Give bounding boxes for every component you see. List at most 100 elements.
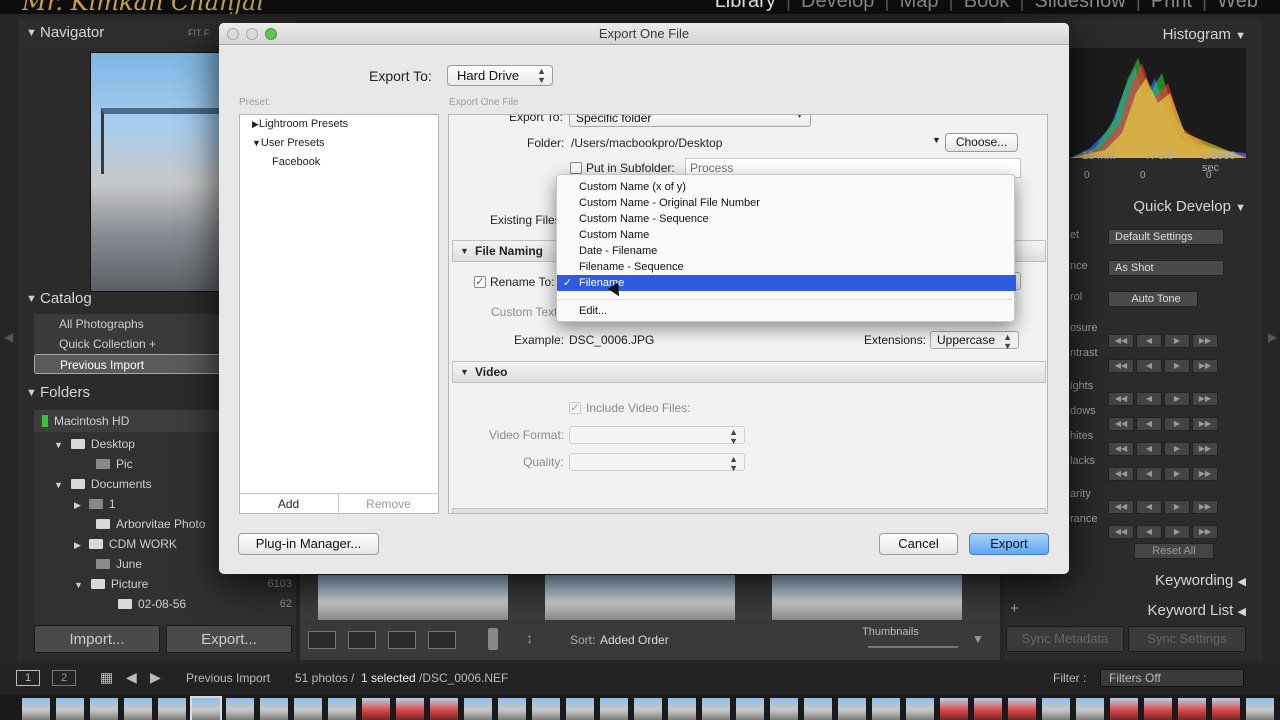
decrease-icon[interactable]: ◀ [1136,417,1162,431]
increase-icon[interactable]: ▶ [1164,500,1190,514]
expand-triangle-icon[interactable]: ▶ [74,500,81,510]
filmstrip-thumbnail[interactable] [940,698,968,720]
loupe-view-icon[interactable] [348,631,376,649]
export-location-select[interactable]: Specific folder ▼ [569,115,811,127]
reset-all-button[interactable]: Reset All [1134,543,1214,559]
increase-icon[interactable]: ▶ [1164,392,1190,406]
grid-thumbnail[interactable] [772,575,962,620]
filmstrip-thumbnail[interactable] [1042,698,1070,720]
filmstrip-thumbnail[interactable] [906,698,934,720]
decrease-icon[interactable]: ◀ [1136,334,1162,348]
module-slideshow[interactable]: Slideshow [1025,0,1136,13]
extensions-case-select[interactable]: Uppercase ▲ ▼ [930,331,1019,351]
decrease-icon[interactable]: ◀ [1136,359,1162,373]
increase-large-icon[interactable]: ▶▶ [1192,500,1218,514]
module-develop[interactable]: Develop [791,0,884,13]
increase-icon[interactable]: ▶ [1164,467,1190,481]
filmstrip-thumbnail[interactable] [1212,698,1240,720]
include-video-checkbox[interactable]: ✓ [569,402,581,414]
folder-item[interactable]: 02-08-56 62 [34,594,296,614]
folder-history-dropdown-icon[interactable]: ▼ [932,135,941,145]
white-balance-select[interactable]: As Shot [1108,260,1224,276]
filmstrip-thumbnail[interactable] [22,698,50,720]
grid-icon[interactable]: ▦ [100,669,113,686]
auto-tone-button[interactable]: Auto Tone [1108,291,1198,307]
sync-metadata-button[interactable]: Sync Metadata [1006,626,1124,652]
survey-view-icon[interactable] [428,631,456,649]
filmstrip-thumbnail[interactable] [396,698,424,720]
increase-icon[interactable]: ▶ [1164,525,1190,539]
next-section-header[interactable] [452,508,1046,513]
cancel-button[interactable]: Cancel [879,533,958,555]
filmstrip-thumbnail[interactable] [872,698,900,720]
compare-view-icon[interactable] [388,631,416,649]
filmstrip-thumbnail[interactable] [226,698,254,720]
menu-item-date-filename[interactable]: Date - Filename [557,243,1016,259]
saved-preset-select[interactable]: Default Settings [1108,229,1224,245]
expand-triangle-icon[interactable]: ▼ [54,480,63,490]
filmstrip-thumbnail[interactable] [770,698,798,720]
filmstrip-thumbnail[interactable] [1144,698,1172,720]
decrease-icon[interactable]: ◀ [1136,392,1162,406]
filmstrip-thumbnail[interactable] [158,698,186,720]
filmstrip-thumbnail[interactable] [804,698,832,720]
decrease-large-icon[interactable]: ◀◀ [1108,359,1134,373]
filmstrip-thumbnail[interactable] [498,698,526,720]
preset-folder-user[interactable]: ▼User Presets [252,137,325,149]
filmstrip-thumbnail[interactable] [566,698,594,720]
navigator-zoom-options[interactable]: FIT F [188,20,209,46]
quick-develop-header[interactable]: Quick Develop ▼ [1133,198,1246,215]
increase-large-icon[interactable]: ▶▶ [1192,359,1218,373]
close-window-icon[interactable] [227,28,239,40]
qd-adjust-buttons[interactable]: ◀◀ ◀ ▶ ▶▶ [1108,442,1218,456]
module-web[interactable]: Web [1207,0,1268,13]
export-submit-button[interactable]: Export [969,533,1049,555]
folder-item[interactable]: ▼ Picture 6103 [34,574,296,594]
menu-item-custom-name-x-of-y[interactable]: Custom Name (x of y) [557,179,1016,195]
keyword-list-header[interactable]: Keyword List ◀ [1147,602,1246,619]
increase-large-icon[interactable]: ▶▶ [1192,334,1218,348]
filmstrip-thumbnail[interactable] [1076,698,1104,720]
qd-adjust-buttons[interactable]: ◀◀ ◀ ▶ ▶▶ [1108,359,1218,373]
qd-adjust-buttons[interactable]: ◀◀ ◀ ▶ ▶▶ [1108,525,1218,539]
decrease-large-icon[interactable]: ◀◀ [1108,442,1134,456]
video-format-select[interactable]: ▲ ▼ [569,426,745,446]
increase-icon[interactable]: ▶ [1164,359,1190,373]
filmstrip-thumbnail[interactable] [1110,698,1138,720]
disclosure-right-icon[interactable]: ▶ [252,119,259,129]
menu-item-custom-name-original-number[interactable]: Custom Name - Original File Number [557,195,1016,211]
decrease-icon[interactable]: ◀ [1136,525,1162,539]
menu-item-edit[interactable]: Edit... [557,303,1016,319]
add-keyword-icon[interactable]: + [1010,600,1019,617]
disclosure-down-icon[interactable]: ▼ [252,138,261,148]
filmstrip-thumbnail[interactable] [974,698,1002,720]
decrease-large-icon[interactable]: ◀◀ [1108,417,1134,431]
filmstrip-thumbnail[interactable] [56,698,84,720]
minimize-window-icon[interactable] [246,28,258,40]
increase-large-icon[interactable]: ▶▶ [1192,525,1218,539]
filmstrip-thumbnail[interactable] [736,698,764,720]
decrease-icon[interactable]: ◀ [1136,500,1162,514]
sort-direction-icon[interactable]: ↕ [526,630,533,646]
increase-large-icon[interactable]: ▶▶ [1192,442,1218,456]
increase-icon[interactable]: ▶ [1164,417,1190,431]
expand-triangle-icon[interactable]: ▼ [54,440,63,450]
module-print[interactable]: Print [1141,0,1202,13]
sync-settings-button[interactable]: Sync Settings [1128,626,1246,652]
menu-item-custom-name[interactable]: Custom Name [557,227,1016,243]
decrease-large-icon[interactable]: ◀◀ [1108,525,1134,539]
keywording-header[interactable]: Keywording ◀ [1155,572,1246,589]
module-library[interactable]: Library [705,0,786,13]
filmstrip-thumbnail[interactable] [1246,698,1274,720]
filmstrip-thumbnail[interactable] [702,698,730,720]
filmstrip-thumbnail[interactable] [362,698,390,720]
filmstrip-thumbnail-selected[interactable] [190,696,222,720]
filmstrip-thumbnail[interactable] [1008,698,1036,720]
expand-triangle-icon[interactable]: ▶ [74,540,81,550]
painter-icon[interactable] [488,628,498,650]
grid-thumbnail[interactable] [318,575,508,620]
increase-large-icon[interactable]: ▶▶ [1192,392,1218,406]
put-in-subfolder-checkbox[interactable] [570,162,582,174]
filmstrip-thumbnail[interactable] [1178,698,1206,720]
grid-view-icon[interactable] [308,631,336,649]
